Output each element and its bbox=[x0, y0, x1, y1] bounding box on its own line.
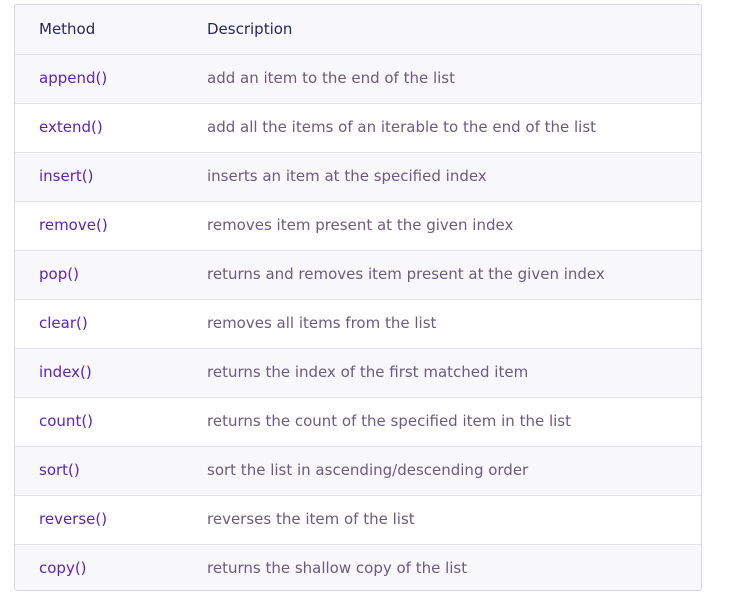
method-cell: pop() bbox=[15, 250, 183, 300]
table-row: remove() removes item present at the giv… bbox=[15, 201, 701, 251]
description-cell: inserts an item at the specified index bbox=[183, 152, 701, 202]
description-cell: returns the shallow copy of the list bbox=[207, 559, 468, 578]
method-cell: clear() bbox=[15, 299, 183, 349]
list-methods-table: Method Description append() add an item … bbox=[14, 4, 702, 591]
table-row: extend() add all the items of an iterabl… bbox=[15, 103, 701, 153]
column-header-description: Description bbox=[183, 5, 701, 55]
table-header-row: Method Description bbox=[15, 5, 701, 55]
table-row: copy() returns the shallow copy of the l… bbox=[15, 544, 701, 590]
description-cell: returns the count of the specified item … bbox=[183, 397, 701, 447]
description-cell: removes all items from the list bbox=[183, 299, 701, 349]
description-cell: removes item present at the given index bbox=[183, 201, 701, 251]
table-row: append() add an item to the end of the l… bbox=[15, 54, 701, 104]
method-cell: remove() bbox=[15, 201, 183, 251]
description-cell: returns and removes item present at the … bbox=[183, 250, 701, 300]
description-cell: returns the index of the first matched i… bbox=[183, 348, 701, 398]
table-row: insert() inserts an item at the specifie… bbox=[15, 152, 701, 202]
method-cell: count() bbox=[15, 397, 183, 447]
method-cell: sort() bbox=[15, 446, 183, 496]
column-header-method: Method bbox=[15, 5, 183, 55]
method-cell: reverse() bbox=[15, 495, 183, 545]
description-cell: reverses the item of the list bbox=[183, 495, 701, 545]
description-cell: sort the list in ascending/descending or… bbox=[183, 446, 701, 496]
table-row: clear() removes all items from the list bbox=[15, 299, 701, 349]
method-cell: extend() bbox=[15, 103, 183, 153]
table-row: reverse() reverses the item of the list bbox=[15, 495, 701, 545]
table-row: pop() returns and removes item present a… bbox=[15, 250, 701, 300]
table-row: sort() sort the list in ascending/descen… bbox=[15, 446, 701, 496]
description-cell: add an item to the end of the list bbox=[183, 54, 701, 104]
table-row: index() returns the index of the first m… bbox=[15, 348, 701, 398]
method-cell: insert() bbox=[15, 152, 183, 202]
method-cell: copy() bbox=[39, 559, 87, 578]
method-cell: index() bbox=[15, 348, 183, 398]
description-cell: add all the items of an iterable to the … bbox=[183, 103, 701, 153]
method-cell: append() bbox=[15, 54, 183, 104]
table-row: count() returns the count of the specifi… bbox=[15, 397, 701, 447]
methods-table: Method Description append() add an item … bbox=[15, 5, 701, 590]
